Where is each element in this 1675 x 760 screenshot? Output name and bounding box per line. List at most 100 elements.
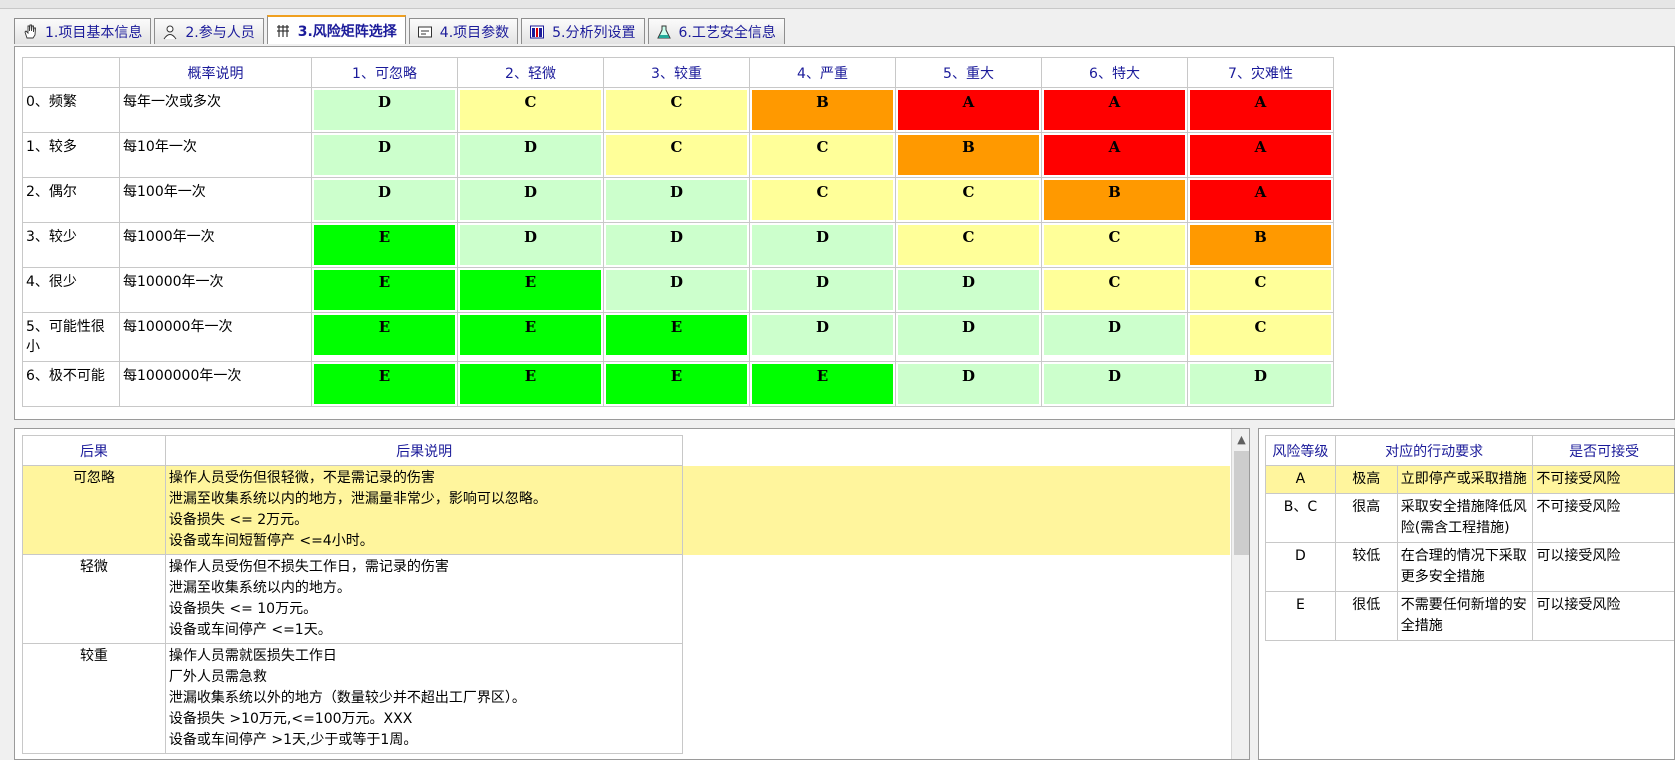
likelihood-label: 0、频繁 — [22, 87, 120, 133]
matrix-cell[interactable]: A — [1187, 87, 1334, 133]
risk-grade: C — [1044, 270, 1185, 310]
likelihood-desc: 每1000000年一次 — [119, 361, 312, 407]
tab-project-params[interactable]: 4.项目参数 — [408, 18, 519, 44]
matrix-row: 2、偶尔 每100年一次 D D D C C B A — [22, 177, 1334, 223]
matrix-cell[interactable]: E — [311, 361, 458, 407]
risk-grade: C — [752, 135, 893, 175]
tab-analysis-columns[interactable]: 5.分析列设置 — [521, 18, 645, 44]
matrix-cell[interactable]: C — [895, 177, 1042, 223]
matrix-cell[interactable]: E — [311, 267, 458, 313]
scrollbar-thumb[interactable] — [1234, 451, 1249, 555]
matrix-cell[interactable]: A — [1187, 177, 1334, 223]
tab-participants[interactable]: 2.参与人员 — [154, 18, 264, 44]
matrix-row: 1、较多 每10年一次 D D C C B A A — [22, 132, 1334, 178]
matrix-cell[interactable]: D — [1187, 361, 1334, 407]
matrix-cell[interactable]: B — [749, 87, 896, 133]
grid-icon — [274, 22, 292, 40]
matrix-cell[interactable]: D — [311, 177, 458, 223]
matrix-cell[interactable]: E — [603, 361, 750, 407]
matrix-cell[interactable]: A — [895, 87, 1042, 133]
matrix-cell[interactable]: E — [603, 312, 750, 362]
matrix-cell[interactable]: D — [749, 267, 896, 313]
risk-level-row[interactable]: D 较低 在合理的情况下采取更多安全措施 可以接受风险 — [1265, 542, 1674, 592]
risk-grade: B — [1044, 180, 1185, 220]
vertical-scrollbar[interactable]: ▲ — [1231, 429, 1249, 759]
matrix-cell[interactable]: D — [457, 222, 604, 268]
matrix-cell[interactable]: D — [749, 312, 896, 362]
matrix-cell[interactable]: C — [749, 177, 896, 223]
action-header: 对应的行动要求 — [1334, 435, 1534, 466]
risk-grade: A — [1190, 180, 1331, 220]
matrix-cell[interactable]: C — [1187, 267, 1334, 313]
risk-grade: E — [314, 315, 455, 355]
matrix-cell[interactable]: C — [1041, 267, 1188, 313]
consequence-row[interactable]: 可忽略 操作人员受伤但很轻微，不是需记录的伤害 泄漏至收集系统以内的地方，泄漏量非常… — [22, 465, 1230, 555]
risk-grade: D — [606, 225, 747, 265]
scroll-up-icon[interactable]: ▲ — [1232, 429, 1249, 449]
matrix-cell[interactable]: A — [1041, 87, 1188, 133]
matrix-cell[interactable]: D — [1041, 361, 1188, 407]
matrix-cell[interactable]: B — [1187, 222, 1334, 268]
consequence-line: 设备或车间停产 >1天,少于或等于1周。 — [168, 732, 418, 748]
matrix-cell[interactable]: A — [1041, 132, 1188, 178]
matrix-cell[interactable]: E — [311, 312, 458, 362]
likelihood-label: 2、偶尔 — [22, 177, 120, 223]
matrix-cell[interactable]: D — [603, 267, 750, 313]
consequence-row[interactable]: 较重 操作人员需就医损失工作日 厂外人员需急救 泄漏收集系统以外的地方（数量较少并不超… — [22, 643, 1230, 754]
risk-grade: E — [606, 315, 747, 355]
tab-risk-matrix[interactable]: 3.风险矩阵选择 — [266, 15, 406, 44]
tab-project-info[interactable]: 1.项目基本信息 — [14, 18, 152, 44]
consequence-row[interactable]: 轻微 操作人员受伤但不损失工作日，需记录的伤害 泄漏至收集系统以内的地方。 设备损失 … — [22, 554, 1230, 644]
matrix-cell[interactable]: D — [895, 361, 1042, 407]
empty-header — [683, 436, 1230, 466]
matrix-cell[interactable]: D — [457, 177, 604, 223]
matrix-cell[interactable]: A — [1187, 132, 1334, 178]
risk-acceptable: 可以接受风险 — [1532, 542, 1674, 592]
matrix-cell[interactable]: C — [895, 222, 1042, 268]
matrix-cell[interactable]: D — [603, 177, 750, 223]
matrix-cell[interactable]: E — [457, 312, 604, 362]
matrix-cell[interactable]: E — [311, 222, 458, 268]
consequence-line: 设备损失 <= 2万元。 — [168, 512, 309, 528]
matrix-cell[interactable]: E — [457, 267, 604, 313]
matrix-cell[interactable]: C — [457, 87, 604, 133]
risk-level-row[interactable]: E 很低 不需要任何新增的安全措施 可以接受风险 — [1265, 591, 1674, 641]
risk-level: D — [1265, 542, 1336, 592]
risk-level-header: 风险等级 — [1265, 435, 1336, 466]
matrix-cell[interactable]: D — [457, 132, 604, 178]
row-filler — [682, 465, 1230, 555]
matrix-cell[interactable]: C — [1187, 312, 1334, 362]
matrix-cell[interactable]: D — [895, 267, 1042, 313]
consequence-panel: 后果 后果说明 可忽略 操作人员受伤但很轻微，不是需记录的伤害 泄漏至收集系统以内的… — [14, 428, 1250, 760]
consequence-name: 可忽略 — [22, 465, 166, 555]
risk-grade: C — [898, 225, 1039, 265]
risk-grade: D — [752, 315, 893, 355]
matrix-cell[interactable]: B — [895, 132, 1042, 178]
matrix-cell[interactable]: D — [311, 87, 458, 133]
matrix-cell[interactable]: D — [749, 222, 896, 268]
risk-grade: C — [1190, 315, 1331, 355]
tab-label: 5.分析列设置 — [552, 24, 636, 41]
risk-grade: D — [606, 270, 747, 310]
likelihood-label: 1、较多 — [22, 132, 120, 178]
risk-grade: C — [1190, 270, 1331, 310]
matrix-cell[interactable]: D — [1041, 312, 1188, 362]
matrix-cell[interactable]: C — [603, 132, 750, 178]
matrix-cell[interactable]: C — [603, 87, 750, 133]
matrix-cell[interactable]: C — [749, 132, 896, 178]
tab-process-safety[interactable]: 6.工艺安全信息 — [647, 18, 785, 44]
risk-grade: E — [314, 364, 455, 404]
risk-level-row[interactable]: B、C 很高 采取安全措施降低风险(需含工程措施) 不可接受风险 — [1265, 493, 1674, 543]
matrix-cell[interactable]: D — [895, 312, 1042, 362]
risk-level-table: 风险等级 对应的行动要求 是否可接受 A 极高 立即停产或采取措施 不可接受风险 B、C… — [1265, 435, 1674, 641]
risk-grade: C — [606, 135, 747, 175]
matrix-cell[interactable]: D — [603, 222, 750, 268]
matrix-cell[interactable]: E — [457, 361, 604, 407]
risk-level-row[interactable]: A 极高 立即停产或采取措施 不可接受风险 — [1265, 465, 1674, 494]
risk-acceptable: 不可接受风险 — [1532, 465, 1674, 494]
matrix-cell[interactable]: B — [1041, 177, 1188, 223]
matrix-cell[interactable]: C — [1041, 222, 1188, 268]
matrix-cell[interactable]: E — [749, 361, 896, 407]
matrix-cell[interactable]: D — [311, 132, 458, 178]
risk-grade: D — [752, 225, 893, 265]
